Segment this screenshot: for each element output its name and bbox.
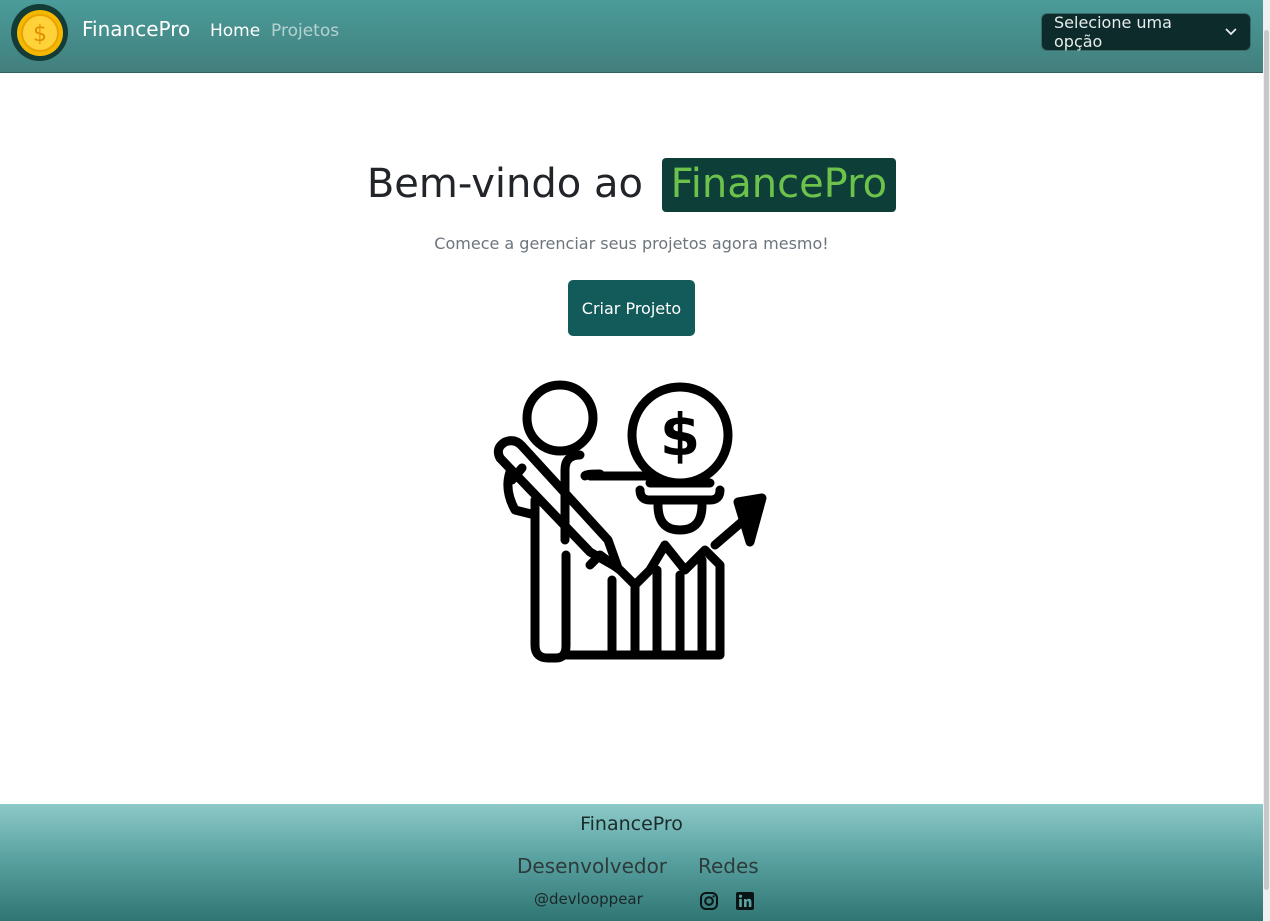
nav-link-home[interactable]: Home (210, 21, 260, 41)
navbar: $ FinancePro Home Projetos Selecione uma… (0, 0, 1263, 73)
nav-link-projetos[interactable]: Projetos (271, 21, 339, 41)
scrollbar[interactable] (1263, 0, 1270, 921)
footer-developer-title: Desenvolvedor (517, 854, 668, 878)
svg-text:$: $ (33, 22, 47, 47)
create-project-button[interactable]: Criar Projeto (568, 280, 695, 336)
option-select-value: Selecione uma opção (1054, 13, 1172, 51)
finance-idea-person-icon: $ (493, 380, 767, 663)
option-select[interactable]: Selecione uma opção (1041, 13, 1251, 51)
hero-title: Bem-vindo ao FinancePro (0, 158, 1263, 212)
scrollbar-thumb[interactable] (1264, 30, 1269, 890)
hero-title-prefix: Bem-vindo ao (366, 161, 643, 207)
chevron-down-icon (1225, 28, 1237, 36)
hero-title-highlight: FinancePro (661, 158, 897, 212)
footer-brand: FinancePro (580, 813, 683, 835)
footer: FinancePro Desenvolvedor Redes @devloopp… (0, 804, 1263, 921)
linkedin-icon[interactable] (735, 891, 755, 911)
developer-handle-link[interactable]: @devlooppear (534, 890, 643, 908)
instagram-icon[interactable] (699, 891, 719, 911)
coin-logo-icon[interactable]: $ (11, 4, 68, 61)
svg-text:$: $ (660, 401, 700, 469)
navbar-brand[interactable]: FinancePro (82, 17, 190, 41)
footer-social-title: Redes (698, 854, 759, 878)
hero-subtitle: Comece a gerenciar seus projetos agora m… (434, 234, 829, 253)
